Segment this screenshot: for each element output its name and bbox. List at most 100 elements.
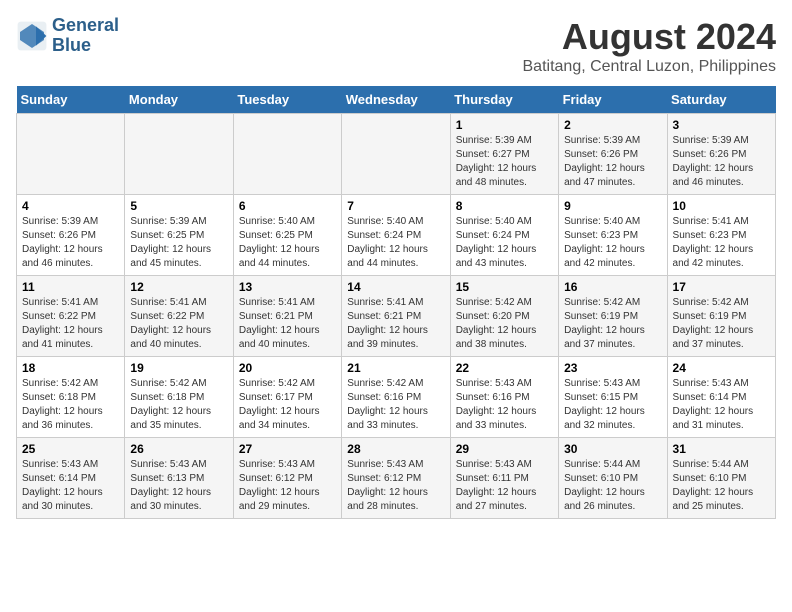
day-number: 30 [564,442,661,456]
calendar-cell [17,114,125,195]
title-area: August 2024 Batitang, Central Luzon, Phi… [523,16,777,76]
logo-text: General Blue [52,16,119,56]
calendar-cell: 15 Sunrise: 5:42 AM Sunset: 6:20 PM Dayli… [450,276,558,357]
day-number: 17 [673,280,770,294]
day-number: 27 [239,442,336,456]
calendar-cell: 3 Sunrise: 5:39 AM Sunset: 6:26 PM Daylig… [667,114,775,195]
day-info: Sunrise: 5:39 AM Sunset: 6:25 PM Dayligh… [130,216,211,269]
day-info: Sunrise: 5:40 AM Sunset: 6:24 PM Dayligh… [456,216,537,269]
day-info: Sunrise: 5:41 AM Sunset: 6:23 PM Dayligh… [673,216,754,269]
calendar-cell: 7Sunrise: 5:40 AM Sunset: 6:24 PM Daylig… [342,195,450,276]
day-number: 9 [564,199,661,213]
day-info: Sunrise: 5:39 AM Sunset: 6:26 PM Dayligh… [673,135,754,188]
day-info: Sunrise: 5:41 AM Sunset: 6:21 PM Dayligh… [347,297,428,350]
day-number: 23 [564,361,661,375]
calendar-cell: 26Sunrise: 5:43 AM Sunset: 6:13 PM Dayli… [125,438,233,519]
calendar-cell [233,114,341,195]
calendar-cell: 20 Sunrise: 5:42 AM Sunset: 6:17 PM Dayli… [233,357,341,438]
header-cell-saturday: Saturday [667,86,775,114]
day-info: Sunrise: 5:42 AM Sunset: 6:19 PM Dayligh… [564,297,645,350]
day-number: 31 [673,442,770,456]
calendar-cell: 29Sunrise: 5:43 AM Sunset: 6:11 PM Dayli… [450,438,558,519]
day-info: Sunrise: 5:43 AM Sunset: 6:14 PM Dayligh… [22,459,103,512]
calendar-week-row: 25 Sunrise: 5:43 AM Sunset: 6:14 PM Dayli… [17,438,776,519]
day-info: Sunrise: 5:40 AM Sunset: 6:25 PM Dayligh… [239,216,320,269]
day-number: 19 [130,361,227,375]
day-info: Sunrise: 5:39 AM Sunset: 6:26 PM Dayligh… [22,216,103,269]
day-number: 15 [456,280,553,294]
calendar-cell: 14Sunrise: 5:41 AM Sunset: 6:21 PM Dayli… [342,276,450,357]
day-number: 21 [347,361,444,375]
calendar-cell: 11Sunrise: 5:41 AM Sunset: 6:22 PM Dayli… [17,276,125,357]
calendar-cell: 16 Sunrise: 5:42 AM Sunset: 6:19 PM Dayli… [559,276,667,357]
calendar-cell: 25 Sunrise: 5:43 AM Sunset: 6:14 PM Dayli… [17,438,125,519]
day-info: Sunrise: 5:44 AM Sunset: 6:10 PM Dayligh… [564,459,645,512]
calendar-cell: 31 Sunrise: 5:44 AM Sunset: 6:10 PM Dayli… [667,438,775,519]
day-number: 2 [564,118,661,132]
day-number: 20 [239,361,336,375]
day-info: Sunrise: 5:42 AM Sunset: 6:19 PM Dayligh… [673,297,754,350]
day-info: Sunrise: 5:42 AM Sunset: 6:17 PM Dayligh… [239,378,320,431]
calendar-week-row: 1Sunrise: 5:39 AM Sunset: 6:27 PM Daylig… [17,114,776,195]
calendar-week-row: 11Sunrise: 5:41 AM Sunset: 6:22 PM Dayli… [17,276,776,357]
day-info: Sunrise: 5:39 AM Sunset: 6:27 PM Dayligh… [456,135,537,188]
header-cell-tuesday: Tuesday [233,86,341,114]
calendar-cell: 2 Sunrise: 5:39 AM Sunset: 6:26 PM Daylig… [559,114,667,195]
day-number: 25 [22,442,119,456]
day-info: Sunrise: 5:40 AM Sunset: 6:24 PM Dayligh… [347,216,428,269]
day-number: 12 [130,280,227,294]
calendar-cell: 24 Sunrise: 5:43 AM Sunset: 6:14 PM Dayli… [667,357,775,438]
calendar-cell: 21 Sunrise: 5:42 AM Sunset: 6:16 PM Dayli… [342,357,450,438]
calendar-cell [125,114,233,195]
logo: General Blue [16,16,119,56]
day-info: Sunrise: 5:42 AM Sunset: 6:16 PM Dayligh… [347,378,428,431]
calendar-week-row: 18Sunrise: 5:42 AM Sunset: 6:18 PM Dayli… [17,357,776,438]
calendar-week-row: 4 Sunrise: 5:39 AM Sunset: 6:26 PM Daylig… [17,195,776,276]
calendar-cell: 12 Sunrise: 5:41 AM Sunset: 6:22 PM Dayli… [125,276,233,357]
day-number: 22 [456,361,553,375]
calendar-cell: 17 Sunrise: 5:42 AM Sunset: 6:19 PM Dayli… [667,276,775,357]
calendar-cell: 6 Sunrise: 5:40 AM Sunset: 6:25 PM Daylig… [233,195,341,276]
day-info: Sunrise: 5:42 AM Sunset: 6:20 PM Dayligh… [456,297,537,350]
logo-icon [16,20,48,52]
calendar-cell: 27Sunrise: 5:43 AM Sunset: 6:12 PM Dayli… [233,438,341,519]
header-cell-friday: Friday [559,86,667,114]
day-number: 4 [22,199,119,213]
day-info: Sunrise: 5:42 AM Sunset: 6:18 PM Dayligh… [22,378,103,431]
day-info: Sunrise: 5:43 AM Sunset: 6:15 PM Dayligh… [564,378,645,431]
day-info: Sunrise: 5:40 AM Sunset: 6:23 PM Dayligh… [564,216,645,269]
day-info: Sunrise: 5:43 AM Sunset: 6:14 PM Dayligh… [673,378,754,431]
logo-line1: General [52,16,119,36]
calendar-cell: 4 Sunrise: 5:39 AM Sunset: 6:26 PM Daylig… [17,195,125,276]
calendar-header-row: SundayMondayTuesdayWednesdayThursdayFrid… [17,86,776,114]
header-cell-sunday: Sunday [17,86,125,114]
day-number: 13 [239,280,336,294]
header-cell-thursday: Thursday [450,86,558,114]
day-info: Sunrise: 5:43 AM Sunset: 6:16 PM Dayligh… [456,378,537,431]
day-number: 16 [564,280,661,294]
calendar-cell: 9 Sunrise: 5:40 AM Sunset: 6:23 PM Daylig… [559,195,667,276]
calendar-cell: 5 Sunrise: 5:39 AM Sunset: 6:25 PM Daylig… [125,195,233,276]
calendar-cell: 10Sunrise: 5:41 AM Sunset: 6:23 PM Dayli… [667,195,775,276]
day-info: Sunrise: 5:42 AM Sunset: 6:18 PM Dayligh… [130,378,211,431]
day-info: Sunrise: 5:44 AM Sunset: 6:10 PM Dayligh… [673,459,754,512]
calendar-cell: 28Sunrise: 5:43 AM Sunset: 6:12 PM Dayli… [342,438,450,519]
day-info: Sunrise: 5:39 AM Sunset: 6:26 PM Dayligh… [564,135,645,188]
day-number: 24 [673,361,770,375]
day-number: 5 [130,199,227,213]
day-number: 3 [673,118,770,132]
day-info: Sunrise: 5:43 AM Sunset: 6:11 PM Dayligh… [456,459,537,512]
header-cell-monday: Monday [125,86,233,114]
day-info: Sunrise: 5:41 AM Sunset: 6:22 PM Dayligh… [130,297,211,350]
header: General Blue August 2024 Batitang, Centr… [16,16,776,76]
header-cell-wednesday: Wednesday [342,86,450,114]
day-number: 28 [347,442,444,456]
day-number: 6 [239,199,336,213]
calendar-cell: 1Sunrise: 5:39 AM Sunset: 6:27 PM Daylig… [450,114,558,195]
calendar-cell: 8Sunrise: 5:40 AM Sunset: 6:24 PM Daylig… [450,195,558,276]
calendar-cell: 23 Sunrise: 5:43 AM Sunset: 6:15 PM Dayli… [559,357,667,438]
calendar-cell: 19 Sunrise: 5:42 AM Sunset: 6:18 PM Dayli… [125,357,233,438]
calendar-cell: 30 Sunrise: 5:44 AM Sunset: 6:10 PM Dayli… [559,438,667,519]
main-title: August 2024 [523,16,777,58]
calendar-cell: 22 Sunrise: 5:43 AM Sunset: 6:16 PM Dayli… [450,357,558,438]
